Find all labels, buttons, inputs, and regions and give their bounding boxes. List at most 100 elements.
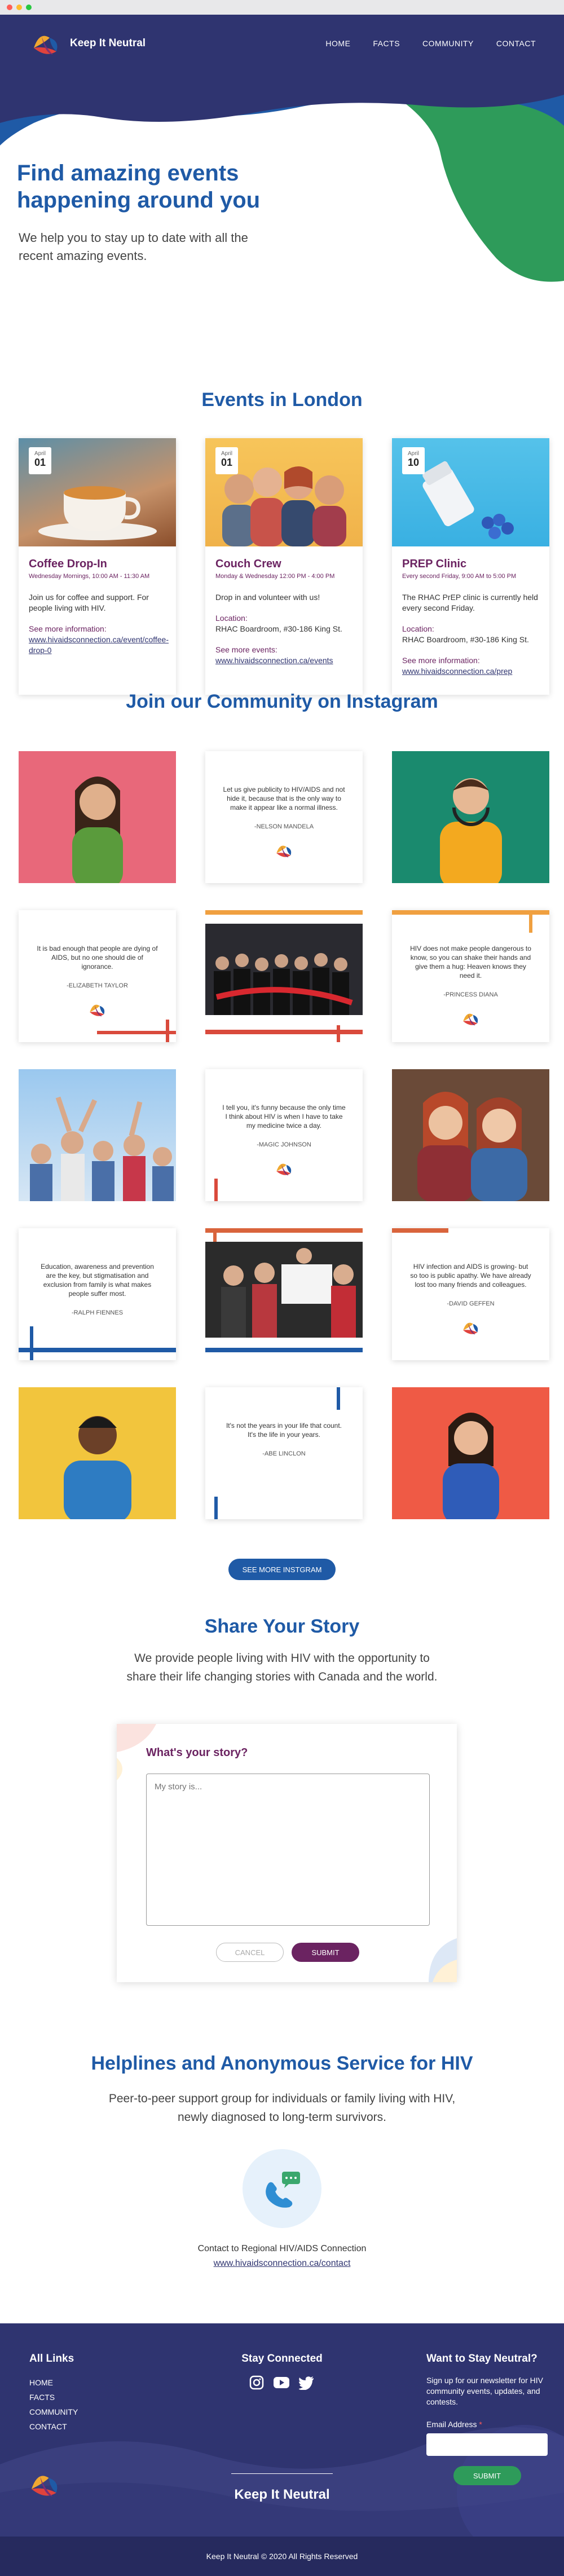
event-location-label: Location: — [402, 624, 434, 633]
event-title: PREP Clinic — [402, 558, 467, 570]
accent-bar — [214, 1497, 218, 1519]
hero-title: Find amazing events happening around you — [17, 161, 261, 213]
brand-logo-icon — [276, 845, 291, 858]
brand-name: Keep It Neutral — [70, 37, 146, 49]
site-header: Keep It Neutral HOME FACTS COMMUNITY CON… — [0, 15, 564, 72]
youtube-icon[interactable] — [273, 2375, 290, 2390]
helplines-section: Helplines and Anonymous Service for HIV … — [0, 2053, 564, 2269]
quote-card[interactable]: Let us give publicity to HIV/AIDS and no… — [205, 751, 363, 883]
instagram-photo-thinking-woman[interactable] — [392, 1387, 549, 1519]
story-form: What's your story? CANCEL SUBMIT — [117, 1724, 457, 1982]
event-location: RHAC Boardroom, #30-186 King St. — [402, 635, 529, 644]
event-desc: The RHAC PrEP clinic is currently held e… — [402, 593, 538, 612]
see-more-instagram-button[interactable]: SEE MORE INSTGRAM — [228, 1559, 336, 1580]
event-location: RHAC Boardroom, #30-186 King St. — [215, 624, 342, 633]
quote-author: -NELSON MANDELA — [254, 823, 314, 830]
instagram-section: Join our Community on Instagram Let us g… — [0, 691, 564, 1580]
story-textarea[interactable] — [146, 1774, 430, 1926]
quote-card[interactable]: It is bad enough that people are dying o… — [19, 910, 176, 1042]
submit-story-button[interactable]: SUBMIT — [292, 1943, 359, 1962]
brand-logo-icon — [462, 1322, 478, 1335]
pills-image: April 10 — [392, 438, 549, 546]
newsletter-submit-button[interactable]: SUBMIT — [453, 2466, 521, 2485]
accent-bar — [166, 1020, 169, 1042]
instagram-photo-man[interactable] — [392, 751, 549, 883]
brand-logo[interactable]: Keep It Neutral — [28, 25, 146, 61]
brand-logo-icon — [34, 36, 58, 55]
quote-author: -RALPH FIENNES — [71, 1309, 124, 1316]
instagram-photo-young-man[interactable] — [19, 1387, 176, 1519]
quote-text: Let us give publicity to HIV/AIDS and no… — [223, 786, 345, 811]
friends-image: April 01 — [205, 438, 363, 546]
twitter-icon[interactable] — [299, 2375, 315, 2390]
quote-author: -ELIZABETH TAYLOR — [67, 982, 128, 989]
maximize-window-icon[interactable] — [26, 5, 32, 10]
quote-card[interactable]: HIV does not make people dangerous to kn… — [392, 910, 549, 1042]
phone-chat-icon — [243, 2149, 321, 2228]
event-info-label: See more information: — [29, 624, 107, 633]
event-card-couch-crew[interactable]: April 01 Couch Crew Monday & Wednesday 12… — [205, 438, 363, 695]
hero-section: Find amazing events happening around you… — [0, 72, 564, 315]
event-desc: Drop in and volunteer with us! — [215, 593, 320, 602]
quote-author: -PRINCESS DIANA — [443, 991, 498, 998]
newsletter-form: Want to Stay Neutral? Sign up for our ne… — [426, 2353, 548, 2485]
story-title: Share Your Story — [204, 1616, 360, 1637]
minimize-window-icon[interactable] — [16, 5, 22, 10]
helplines-title: Helplines and Anonymous Service for HIV — [91, 2053, 473, 2074]
event-card-prep[interactable]: April 10 PREP Clinic Every second Friday,… — [392, 438, 549, 695]
date-badge: April 01 — [29, 447, 51, 474]
browser-chrome — [0, 0, 564, 15]
brand-logo-icon — [276, 1163, 291, 1176]
nav-facts[interactable]: FACTS — [373, 39, 400, 48]
nav-contact[interactable]: CONTACT — [496, 39, 536, 48]
contact-link[interactable]: www.hivaidsconnection.ca/contact — [0, 2259, 564, 2269]
cancel-button[interactable]: CANCEL — [216, 1943, 284, 1962]
brand-logo-icon — [89, 1004, 104, 1017]
events-section: Events in London April 01 Coffee Drop-In … — [0, 389, 564, 695]
event-link[interactable]: www.hivaidsconnection.ca/event/coffee-dr… — [29, 635, 169, 655]
event-title: Couch Crew — [215, 558, 281, 570]
quote-card[interactable]: It's not the years in your life that cou… — [205, 1387, 363, 1519]
nav-home[interactable]: HOME — [325, 39, 350, 48]
newsletter-text: Sign up for our newsletter for HIV commu… — [426, 2376, 543, 2406]
close-window-icon[interactable] — [7, 5, 12, 10]
quote-card[interactable]: I tell you, it's funny because the only … — [205, 1069, 363, 1201]
event-time: Monday & Wednesday 12:00 PM - 4:00 PM — [215, 573, 335, 580]
coffee-image: April 01 — [19, 438, 176, 546]
event-title: Coffee Drop-In — [29, 558, 107, 570]
contact-text: Contact to Regional HIV/AIDS Connection — [197, 2244, 367, 2253]
event-link[interactable]: www.hivaidsconnection.ca/events — [215, 656, 333, 665]
quote-card[interactable]: Education, awareness and prevention are … — [19, 1228, 176, 1360]
share-story-section: Share Your Story We provide people livin… — [0, 1616, 564, 1982]
brand-logo-icon — [462, 1013, 478, 1026]
accent-bar — [205, 910, 363, 915]
events-title: Events in London — [201, 389, 363, 411]
event-more-label: See more information: — [402, 656, 480, 665]
email-field[interactable] — [426, 2433, 548, 2456]
quote-text: Education, awareness and prevention are … — [41, 1263, 154, 1298]
accent-bar — [529, 910, 532, 933]
accent-bar — [392, 1228, 448, 1233]
accent-bar — [214, 1179, 218, 1201]
quote-text: I tell you, it's funny because the only … — [222, 1104, 346, 1130]
instagram-photo-volunteers[interactable] — [205, 1228, 363, 1360]
footer-divider — [231, 2473, 333, 2474]
instagram-photo-friends[interactable] — [392, 1069, 549, 1201]
instagram-icon[interactable] — [249, 2375, 264, 2390]
quote-text: It is bad enough that people are dying o… — [37, 945, 158, 971]
instagram-photo-festival[interactable] — [19, 1069, 176, 1201]
event-link[interactable]: www.hivaidsconnection.ca/prep — [402, 667, 512, 676]
instagram-photo-group[interactable] — [205, 910, 363, 1042]
event-card-coffee[interactable]: April 01 Coffee Drop-In Wednesday Morning… — [19, 438, 176, 695]
quote-card[interactable]: HIV infection and AIDS is growing- but s… — [392, 1228, 549, 1360]
date-badge: April 01 — [215, 447, 238, 474]
story-subtitle: We provide people living with HIV with t… — [126, 1652, 438, 1683]
accent-bar — [97, 1031, 176, 1034]
event-more-label: See more events: — [215, 645, 277, 654]
event-time: Wednesday Mornings, 10:00 AM - 11:30 AM — [29, 573, 150, 580]
newsletter-title: Want to Stay Neutral? — [426, 2353, 537, 2365]
nav-community[interactable]: COMMUNITY — [422, 39, 474, 48]
quote-author: -MAGIC JOHNSON — [257, 1141, 311, 1148]
copyright: Keep It Neutral © 2020 All Rights Reserv… — [0, 2537, 564, 2576]
instagram-photo-woman[interactable] — [19, 751, 176, 883]
